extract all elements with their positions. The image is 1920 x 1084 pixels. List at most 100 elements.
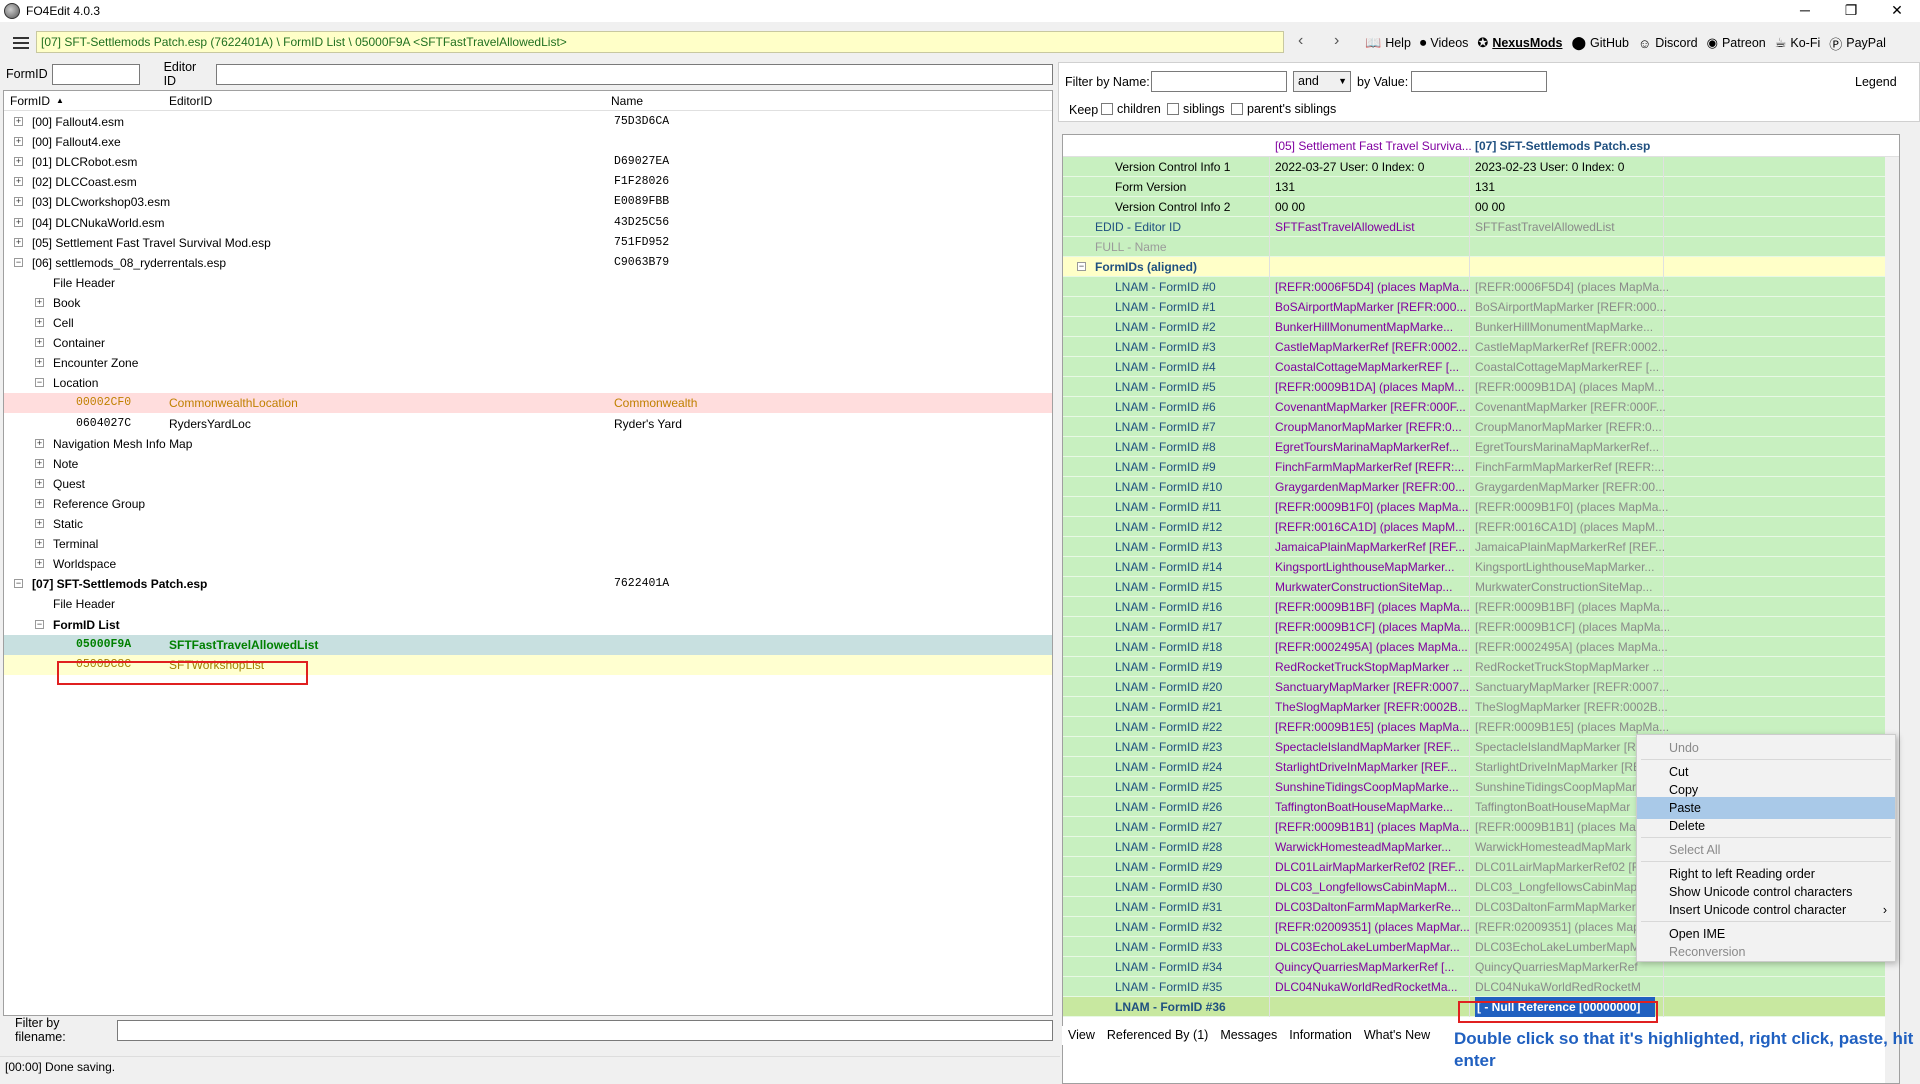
tab-information[interactable]: Information bbox=[1283, 1026, 1358, 1045]
collapse-icon[interactable]: − bbox=[35, 619, 44, 629]
link-videos[interactable]: ⏺ Videos bbox=[1420, 35, 1469, 51]
expand-icon[interactable]: + bbox=[35, 519, 44, 528]
tree-row[interactable]: + Quest bbox=[4, 474, 1052, 494]
column-editorid[interactable]: EditorID bbox=[169, 94, 212, 108]
tree-row[interactable]: + Note bbox=[4, 454, 1052, 474]
column-name[interactable]: Name bbox=[611, 94, 643, 108]
tree-row[interactable]: + Terminal bbox=[4, 534, 1052, 554]
tree-row[interactable]: + Static bbox=[4, 514, 1052, 534]
tab-messages[interactable]: Messages bbox=[1214, 1026, 1283, 1045]
expand-icon[interactable]: + bbox=[14, 177, 23, 187]
lnam-row[interactable]: LNAM - FormID #13 JamaicaPlainMapMarkerRe… bbox=[1063, 537, 1899, 557]
tab-view[interactable]: View bbox=[1062, 1026, 1101, 1045]
link-help[interactable]: 📖 Help bbox=[1365, 35, 1411, 51]
lnam-row[interactable]: LNAM - FormID #18 [REFR:0002495A] (places… bbox=[1063, 637, 1899, 657]
tree-row[interactable]: File Header bbox=[4, 594, 1052, 614]
tree-row[interactable]: File Header bbox=[4, 273, 1052, 293]
column-formid[interactable]: FormID bbox=[10, 94, 50, 108]
column-plugin-05[interactable]: [05] Settlement Fast Travel Surviva... bbox=[1275, 139, 1472, 153]
link-ko-fi[interactable]: ☕ Ko-Fi bbox=[1775, 35, 1821, 51]
collapse-icon[interactable]: − bbox=[14, 257, 23, 267]
lnam-row[interactable]: LNAM - FormID #5 [REFR:0009B1DA] (places … bbox=[1063, 377, 1899, 397]
lnam-row[interactable]: LNAM - FormID #16 [REFR:0009B1BF] (places… bbox=[1063, 597, 1899, 617]
menu-item-reconversion[interactable]: Reconversion bbox=[1637, 941, 1895, 963]
full-name-row[interactable]: FULL - Name bbox=[1063, 237, 1899, 257]
expand-icon[interactable]: + bbox=[35, 458, 44, 468]
filter-filename-input[interactable] bbox=[117, 1019, 1053, 1041]
collapse-icon[interactable]: − bbox=[1077, 262, 1086, 271]
menu-item-insert-unicode-control-character[interactable]: Insert Unicode control character › bbox=[1637, 899, 1895, 921]
lnam-row[interactable]: LNAM - FormID #8 EgretToursMarinaMapMarke… bbox=[1063, 437, 1899, 457]
tree-row[interactable]: + Navigation Mesh Info Map bbox=[4, 434, 1052, 454]
tree-row[interactable]: + Cell bbox=[4, 313, 1052, 333]
expand-icon[interactable]: + bbox=[35, 559, 44, 569]
lnam-row[interactable]: LNAM - FormID #4 CoastalCottageMapMarkerR… bbox=[1063, 357, 1899, 377]
menu-item-undo[interactable]: Undo bbox=[1637, 737, 1895, 759]
expand-icon[interactable]: + bbox=[35, 438, 44, 448]
lnam-row[interactable]: LNAM - FormID #17 [REFR:0009B1CF] (places… bbox=[1063, 617, 1899, 637]
record-field-row[interactable]: Version Control Info 2 00 00 00 00 bbox=[1063, 197, 1899, 217]
tree-row[interactable]: − FormID List bbox=[4, 615, 1052, 635]
lnam-row[interactable]: LNAM - FormID #15 MurkwaterConstructionSi… bbox=[1063, 577, 1899, 597]
lnam-row[interactable]: LNAM - FormID #35 DLC04NukaWorldRedRocket… bbox=[1063, 977, 1899, 997]
tree-row[interactable]: + [01] DLCRobot.esm D69027EA bbox=[4, 152, 1052, 172]
lnam-row[interactable]: LNAM - FormID #0 [REFR:0006F5D4] (places … bbox=[1063, 277, 1899, 297]
lnam-row[interactable]: LNAM - FormID #9 FinchFarmMapMarkerRef [R… bbox=[1063, 457, 1899, 477]
tab-what-s-new[interactable]: What's New bbox=[1358, 1026, 1436, 1045]
minimize-button[interactable]: ─ bbox=[1782, 0, 1828, 22]
column-plugin-07[interactable]: [07] SFT-Settlemods Patch.esp bbox=[1475, 139, 1650, 153]
forward-arrow-icon[interactable]: › bbox=[1334, 32, 1339, 50]
tree-row[interactable]: 00002CF0 CommonwealthLocation Commonwealth bbox=[4, 393, 1052, 414]
legend-button[interactable]: Legend bbox=[1855, 75, 1897, 89]
record-field-row[interactable]: Version Control Info 1 2022-03-27 User: 0… bbox=[1063, 157, 1899, 177]
lnam-row[interactable]: LNAM - FormID #19 RedRocketTruckStopMapMa… bbox=[1063, 657, 1899, 677]
keep-parents-siblings-checkbox[interactable]: parent's siblings bbox=[1231, 102, 1336, 116]
lnam-row[interactable]: LNAM - FormID #7 CroupManorMapMarker [REF… bbox=[1063, 417, 1899, 437]
formids-group-row[interactable]: FormIDs (aligned) − bbox=[1063, 257, 1899, 277]
lnam-row[interactable]: LNAM - FormID #12 [REFR:0016CA1D] (places… bbox=[1063, 517, 1899, 537]
expand-icon[interactable]: + bbox=[35, 539, 44, 549]
lnam-row[interactable]: LNAM - FormID #21 TheSlogMapMarker [REFR:… bbox=[1063, 697, 1899, 717]
expand-icon[interactable]: + bbox=[35, 338, 44, 348]
expand-icon[interactable]: + bbox=[14, 197, 23, 207]
lnam-row[interactable]: LNAM - FormID #3 CastleMapMarkerRef [REFR… bbox=[1063, 337, 1899, 357]
lnam-row[interactable]: LNAM - FormID #20 SanctuaryMapMarker [REF… bbox=[1063, 677, 1899, 697]
collapse-icon[interactable]: − bbox=[35, 378, 44, 388]
tree-row[interactable]: + [00] Fallout4.exe bbox=[4, 132, 1052, 152]
tree-row[interactable]: − [06] settlemods_08_ryderrentals.esp C906… bbox=[4, 253, 1052, 273]
and-or-select[interactable]: and ▼ bbox=[1293, 71, 1351, 92]
tree-row[interactable]: + Book bbox=[4, 293, 1052, 313]
hamburger-menu-icon[interactable] bbox=[6, 28, 36, 58]
tree-row[interactable]: + Reference Group bbox=[4, 494, 1052, 514]
record-field-row[interactable]: Form Version 131 131 bbox=[1063, 177, 1899, 197]
expand-icon[interactable]: + bbox=[14, 137, 23, 147]
link-github[interactable]: ⬤ GitHub bbox=[1571, 35, 1628, 51]
lnam-row[interactable]: LNAM - FormID #10 GraygardenMapMarker [RE… bbox=[1063, 477, 1899, 497]
tree-row[interactable]: + [03] DLCworkshop03.esm E0089FBB bbox=[4, 192, 1052, 212]
expand-icon[interactable]: + bbox=[14, 157, 23, 167]
tree-row[interactable]: + [05] Settlement Fast Travel Survival Mo… bbox=[4, 233, 1052, 253]
tab-referenced-by-1-[interactable]: Referenced By (1) bbox=[1101, 1026, 1214, 1045]
expand-icon[interactable]: + bbox=[35, 498, 44, 508]
tree-row[interactable]: 0604027C RydersYardLoc Ryder's Yard bbox=[4, 414, 1052, 434]
editorid-input[interactable] bbox=[216, 63, 1054, 85]
expand-icon[interactable]: + bbox=[14, 117, 23, 126]
tree-row[interactable]: − [07] SFT-Settlemods Patch.esp 7622401A bbox=[4, 574, 1052, 594]
keep-siblings-checkbox[interactable]: siblings bbox=[1167, 102, 1225, 116]
edid-row[interactable]: EDID - Editor ID SFTFastTravelAllowedList… bbox=[1063, 217, 1899, 237]
collapse-icon[interactable]: − bbox=[14, 579, 23, 589]
tree-row[interactable]: + [02] DLCCoast.esm F1F28026 bbox=[4, 172, 1052, 192]
back-arrow-icon[interactable]: ‹ bbox=[1298, 32, 1303, 50]
filter-name-input[interactable] bbox=[1151, 71, 1287, 92]
lnam-row[interactable]: LNAM - FormID #2 BunkerHillMonumentMapMar… bbox=[1063, 317, 1899, 337]
tree-row[interactable]: + [04] DLCNukaWorld.esm 43D25C56 bbox=[4, 213, 1052, 233]
keep-children-checkbox[interactable]: children bbox=[1101, 102, 1161, 116]
maximize-button[interactable]: ❐ bbox=[1828, 0, 1874, 22]
by-value-input[interactable] bbox=[1411, 71, 1547, 92]
expand-icon[interactable]: + bbox=[35, 318, 44, 327]
tree-row[interactable]: − Location bbox=[4, 373, 1052, 393]
link-patreon[interactable]: ◉ Patreon bbox=[1707, 35, 1766, 51]
expand-icon[interactable]: + bbox=[35, 297, 44, 307]
expand-icon[interactable]: + bbox=[14, 237, 23, 247]
expand-icon[interactable]: + bbox=[35, 358, 44, 368]
